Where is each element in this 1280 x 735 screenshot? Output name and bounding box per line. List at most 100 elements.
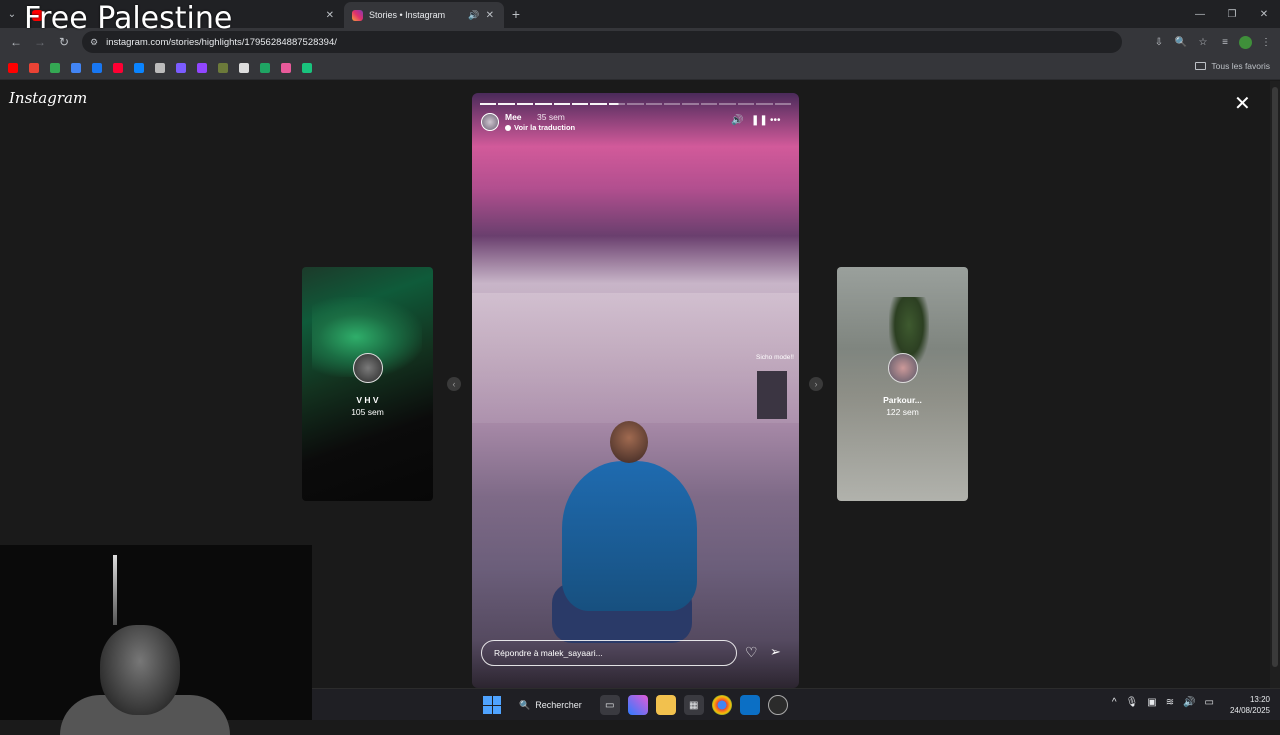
reply-placeholder: Répondre à malek_sayaari... — [494, 648, 603, 658]
next-arrow-icon[interactable]: › — [809, 377, 823, 391]
avatar — [352, 353, 383, 383]
send-icon[interactable]: ➢ — [770, 644, 781, 660]
clock-date: 24/08/2025 — [1229, 706, 1270, 715]
progress-segment — [719, 103, 736, 105]
search-label: Rechercher — [535, 700, 582, 710]
previous-arrow-icon[interactable]: ‹ — [447, 377, 461, 391]
like-heart-icon[interactable]: ♡ — [745, 644, 758, 661]
progress-segment — [498, 103, 515, 105]
avatar — [887, 353, 918, 383]
tab-stories-instagram[interactable]: Stories • Instagram 🔊 ✕ — [344, 2, 504, 28]
microphone-icon[interactable]: 🎙 — [1126, 697, 1139, 708]
restore-icon[interactable]: ❐ — [1216, 0, 1248, 28]
all-bookmarks-label: Tous les favoris — [1211, 61, 1270, 71]
taskbar-clock[interactable]: 13:20 24/08/2025 — [1230, 694, 1270, 716]
media-control-icon[interactable]: ≡ — [1217, 31, 1233, 53]
tray-overflow-icon[interactable]: ^ — [1112, 697, 1117, 708]
app3-bookmark-icon[interactable] — [302, 62, 312, 73]
twitch-bookmark-icon[interactable] — [197, 62, 207, 73]
profile-avatar[interactable] — [1239, 35, 1252, 49]
menu-kebab-icon[interactable]: ⋮ — [1258, 31, 1274, 53]
maps-bookmark-icon[interactable] — [50, 62, 60, 73]
story-age: 122 sem — [886, 407, 919, 417]
logo-pane — [492, 705, 501, 714]
clock-time: 13:20 — [1249, 695, 1270, 704]
task-view-icon[interactable]: ▭ — [599, 695, 620, 715]
webcam-person-face — [100, 625, 180, 715]
minimize-icon[interactable]: — — [1184, 0, 1216, 28]
scrollbar-thumb[interactable] — [1272, 87, 1278, 667]
close-window-icon[interactable]: ✕ — [1248, 0, 1280, 28]
progress-segment — [756, 103, 773, 105]
next-story-card[interactable]: Parkour... 122 sem — [837, 267, 968, 501]
file-explorer-icon[interactable] — [655, 695, 676, 715]
folder-icon — [1195, 62, 1207, 70]
windows-start-icon[interactable] — [483, 696, 501, 714]
logo-pane — [483, 696, 492, 705]
progress-segment — [700, 103, 718, 105]
tab-search-icon[interactable]: ⌄ — [0, 0, 24, 28]
site-info-icon[interactable]: ⚙ — [90, 37, 98, 48]
progress-segment — [645, 103, 663, 105]
reply-input[interactable]: Répondre à malek_sayaari... — [481, 640, 737, 666]
install-icon[interactable]: ⇩ — [1151, 31, 1167, 53]
chrome-icon[interactable] — [711, 695, 732, 715]
taskbar-search-button[interactable]: 🔍 Rechercher — [509, 694, 592, 716]
story-background-door — [757, 371, 787, 419]
site-bookmark-icon[interactable] — [218, 62, 228, 73]
volume-icon[interactable]: 🔊 — [1183, 697, 1195, 708]
progress-segment — [737, 103, 755, 105]
bookmark-star-icon[interactable]: ☆ — [1195, 31, 1211, 53]
previous-story-card[interactable]: V H V 105 sem — [302, 267, 433, 501]
sheets-bookmark-icon[interactable] — [260, 62, 270, 73]
instagram-logo[interactable]: Instagram — [9, 89, 87, 107]
webcam-light-streak — [113, 555, 117, 625]
pause-icon[interactable]: ❚❚ — [751, 115, 768, 126]
sound-icon[interactable]: 🔊 — [731, 115, 743, 126]
network-icon[interactable]: ▣ — [1147, 697, 1156, 708]
story-age: 35 sem — [537, 112, 565, 122]
avatar[interactable] — [481, 113, 499, 131]
story-username[interactable]: Mee — [505, 112, 522, 122]
see-translation-link[interactable]: Voir la traduction — [505, 123, 575, 132]
page-scrollbar[interactable] — [1270, 81, 1280, 688]
all-bookmarks-button[interactable]: Tous les favoris — [1195, 61, 1270, 71]
threads-bookmark-icon[interactable] — [239, 62, 249, 73]
youtube-music-bookmark-icon[interactable] — [113, 62, 123, 73]
person-head — [610, 421, 648, 463]
system-tray: ^ 🎙 ▣ ≋ 🔊 ▭ — [1112, 697, 1214, 708]
messenger-bookmark-icon[interactable] — [176, 62, 186, 73]
youtube-bookmark-icon[interactable] — [8, 62, 18, 73]
instagram-favicon-icon — [352, 9, 363, 21]
zoom-icon[interactable]: 🔍 — [1173, 31, 1189, 53]
app2-bookmark-icon[interactable] — [281, 62, 291, 73]
app-icon[interactable] — [767, 695, 788, 715]
person-body — [562, 461, 697, 611]
translate-bookmark-icon[interactable] — [71, 62, 81, 73]
reddit-bookmark-icon[interactable] — [155, 62, 165, 73]
battery-icon[interactable]: ▭ — [1205, 697, 1214, 708]
wifi-icon[interactable]: ≋ — [1166, 697, 1174, 708]
more-options-icon[interactable]: ••• — [770, 115, 781, 126]
story-owner-name: Parkour... — [883, 395, 922, 405]
copilot-icon[interactable] — [627, 695, 648, 715]
tab-audio-icon[interactable]: 🔊 — [468, 10, 479, 21]
new-tab-button[interactable]: + — [504, 6, 528, 22]
close-stories-icon[interactable]: ✕ — [1234, 91, 1251, 116]
close-tab-icon[interactable]: ✕ — [326, 10, 334, 21]
toolbar-actions: ⇩ 🔍 ☆ ≡ ⋮ — [1151, 31, 1274, 53]
progress-segment — [590, 103, 607, 105]
facebook-bookmark-icon[interactable] — [92, 62, 102, 73]
translate-dot-icon — [505, 125, 511, 132]
close-tab-icon[interactable]: ✕ — [486, 10, 494, 21]
story-background-building — [472, 293, 799, 423]
vscode-icon[interactable] — [739, 695, 760, 715]
logo-pane — [483, 705, 492, 714]
store-icon[interactable]: ▦ — [683, 695, 704, 715]
app-bookmark-icon[interactable] — [134, 62, 144, 73]
bookmarks-bar: Tous les favoris — [0, 56, 1280, 80]
gmail-bookmark-icon[interactable] — [29, 62, 39, 73]
address-bar[interactable]: ⚙ instagram.com/stories/highlights/17956… — [82, 31, 1122, 53]
progress-segment — [480, 103, 497, 105]
active-story[interactable]: Mee 35 sem Voir la traduction 🔊 ❚❚ ••• S… — [472, 93, 799, 688]
